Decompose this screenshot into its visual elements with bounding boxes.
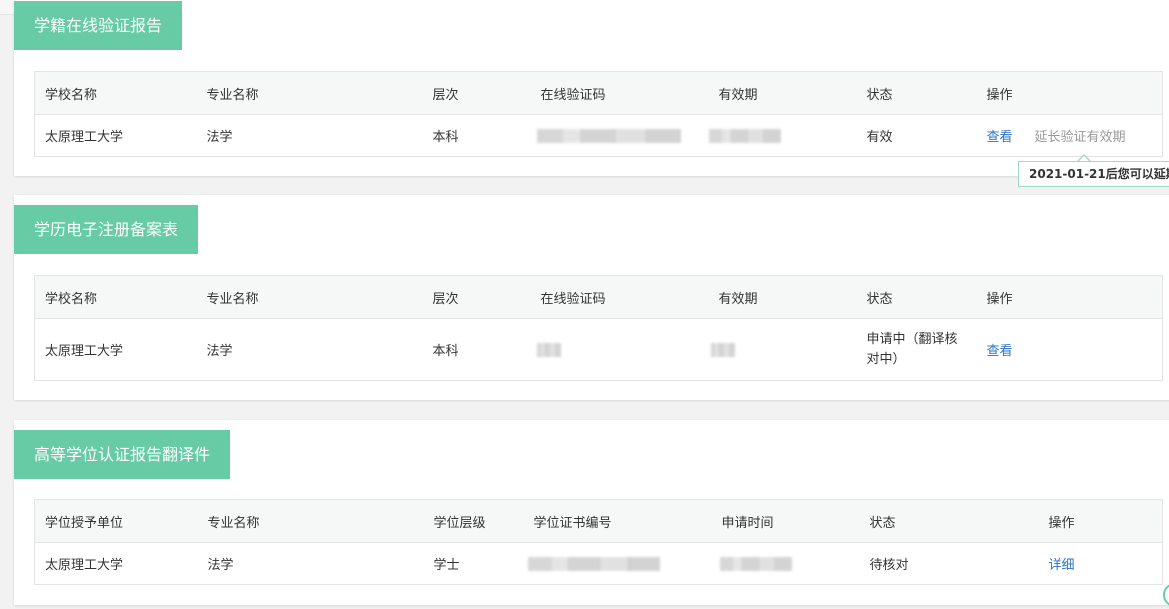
cell-validity <box>708 114 857 157</box>
cell-status: 有效 <box>856 114 977 157</box>
section-title: 学历电子注册备案表 <box>14 205 199 254</box>
detail-link[interactable]: 详细 <box>1049 558 1075 573</box>
view-link[interactable]: 查看 <box>987 344 1013 359</box>
redacted-apply-time <box>719 556 792 571</box>
header-school: 学校名称 <box>34 275 197 319</box>
table-row: 太原理工大学 法学 本科 有效 查看 延长验证有效期 <box>34 114 1163 157</box>
header-validity: 有效期 <box>708 71 857 115</box>
student-status-report-panel: 学籍在线验证报告 学校名称 专业名称 层次 在线验证码 有效期 状态 操作 太原… <box>14 0 1169 176</box>
header-school: 学校名称 <box>34 71 197 115</box>
header-verify-code: 在线验证码 <box>530 275 709 319</box>
cell-action: 查看 延长验证有效期 <box>976 114 1163 157</box>
table-row: 太原理工大学 法学 本科 申请中（翻译核对中） 查看 <box>34 318 1163 381</box>
header-certificate-number: 学位证书编号 <box>523 499 712 543</box>
cell-major: 法学 <box>196 318 423 381</box>
degree-table: 学位授予单位 专业名称 学位层级 学位证书编号 申请时间 状态 操作 太原理工大… <box>34 499 1163 585</box>
header-awarding-unit: 学位授予单位 <box>34 499 198 543</box>
degree-translation-panel: 高等学位认证报告翻译件 学位授予单位 专业名称 学位层级 学位证书编号 申请时间… <box>14 420 1169 605</box>
cell-major: 法学 <box>196 114 423 157</box>
header-validity: 有效期 <box>708 275 857 319</box>
header-action: 操作 <box>1038 499 1163 543</box>
redacted-validity <box>710 342 735 357</box>
cell-major: 法学 <box>197 542 424 585</box>
table-header: 学校名称 专业名称 层次 在线验证码 有效期 状态 操作 <box>34 71 1163 115</box>
header-degree-level: 学位层级 <box>423 499 524 543</box>
section-title: 学籍在线验证报告 <box>14 1 183 50</box>
header-major: 专业名称 <box>196 71 423 115</box>
cell-level: 本科 <box>422 114 531 157</box>
registration-table: 学校名称 专业名称 层次 在线验证码 有效期 状态 操作 太原理工大学 法学 本… <box>34 275 1163 381</box>
header-major: 专业名称 <box>197 499 424 543</box>
header-status: 状态 <box>856 275 977 319</box>
cell-school: 太原理工大学 <box>34 318 197 381</box>
view-link[interactable]: 查看 <box>987 130 1013 145</box>
header-level: 层次 <box>422 275 531 319</box>
cell-apply-time <box>711 542 860 585</box>
cell-validity <box>708 318 857 381</box>
cell-verify-code <box>530 318 709 381</box>
cell-status: 待核对 <box>859 542 1039 585</box>
cell-school: 太原理工大学 <box>34 114 197 157</box>
cell-certificate-number <box>523 542 712 585</box>
redacted-verify-code <box>536 128 681 143</box>
header-status: 状态 <box>859 499 1039 543</box>
header-major: 专业名称 <box>196 275 423 319</box>
student-status-table: 学校名称 专业名称 层次 在线验证码 有效期 状态 操作 太原理工大学 法学 本… <box>34 71 1163 157</box>
header-action: 操作 <box>976 275 1163 319</box>
cell-school: 太原理工大学 <box>34 542 198 585</box>
section-title: 高等学位认证报告翻译件 <box>14 430 231 479</box>
cell-status: 申请中（翻译核对中） <box>856 318 977 381</box>
extend-validity-link[interactable]: 延长验证有效期 <box>1035 130 1126 145</box>
redacted-certificate-number <box>527 556 660 571</box>
cell-verify-code <box>530 114 709 157</box>
table-header: 学位授予单位 专业名称 学位层级 学位证书编号 申请时间 状态 操作 <box>34 499 1163 543</box>
cell-level: 学士 <box>423 542 524 585</box>
header-verify-code: 在线验证码 <box>530 71 709 115</box>
cell-level: 本科 <box>422 318 531 381</box>
extend-validity-tooltip: 2021-01-21后您可以延期该 <box>1018 161 1169 187</box>
table-row: 太原理工大学 法学 学士 待核对 详细 <box>34 542 1163 585</box>
header-status: 状态 <box>856 71 977 115</box>
education-registration-panel: 学历电子注册备案表 学校名称 专业名称 层次 在线验证码 有效期 状态 操作 太… <box>14 195 1169 400</box>
header-apply-time: 申请时间 <box>711 499 860 543</box>
redacted-verify-code <box>536 342 561 357</box>
table-header: 学校名称 专业名称 层次 在线验证码 有效期 状态 操作 <box>34 275 1163 319</box>
header-action: 操作 <box>976 71 1163 115</box>
cell-action: 查看 <box>976 318 1163 381</box>
redacted-validity <box>708 128 781 143</box>
cell-action: 详细 <box>1038 542 1163 585</box>
header-level: 层次 <box>422 71 531 115</box>
